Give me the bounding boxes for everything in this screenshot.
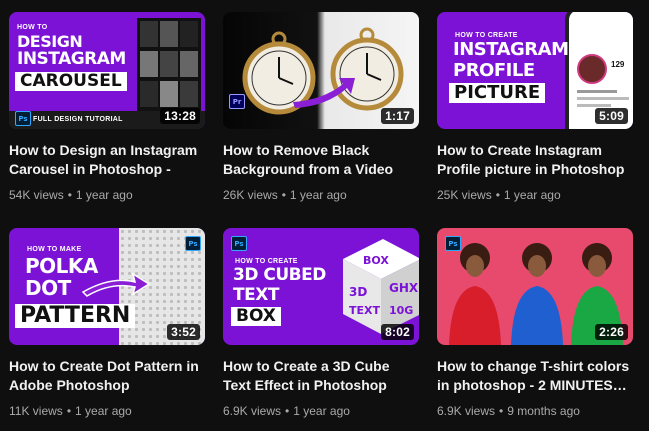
thumb-footer-text: FULL DESIGN TUTORIAL [33,116,123,123]
video-meta: 6.9K views • 9 months ago [437,403,633,419]
video-thumbnail[interactable]: Ps BOX 3D TEXT GHX 10G HOW TO CREATE 3D … [223,228,419,345]
view-count: 26K views [223,188,278,202]
video-card[interactable]: 129 HOW TO CREATE INSTAGRAM PROFILE PICT… [437,12,633,203]
thumb-headline-box: PATTERN [15,304,136,328]
profile-avatar [577,54,607,84]
thumb-headline: INSTAGRAM [453,39,569,60]
upload-age: 9 months ago [507,404,580,418]
separator: • [281,188,286,202]
video-card[interactable]: Ps 2:26 How to change T-shirt colors in … [437,228,633,419]
premiere-icon: Pr [229,94,245,109]
view-count: 6.9K views [437,404,496,418]
thumb-headline: TEXT [233,285,279,305]
video-thumbnail[interactable]: Ps 2:26 [437,228,633,345]
profile-stat: 129 [611,60,625,69]
photoshop-icon: Ps [445,236,461,251]
video-thumbnail[interactable]: HOW TO DESIGN INSTAGRAM CAROUSEL Ps FULL… [9,12,205,129]
video-title[interactable]: How to Design an Instagram Carousel in P… [9,141,205,179]
thumb-headline: DESIGN [17,32,83,51]
video-meta: 6.9K views • 1 year ago [223,403,419,419]
video-title[interactable]: How to Remove Black Background from a Vi… [223,141,419,179]
separator: • [66,404,72,418]
thumb-headline: PROFILE [453,60,535,81]
svg-text:TEXT: TEXT [349,304,380,317]
duration-badge: 8:02 [381,324,414,340]
arrow-icon [81,272,151,297]
upload-age: 1 year ago [75,188,133,202]
duration-badge: 2:26 [595,324,628,340]
video-thumbnail[interactable]: Pr 1:17 [223,12,419,129]
duration-badge: 1:17 [381,108,414,124]
thumb-headline: 3D CUBED [233,265,326,285]
video-card[interactable]: Ps HOW TO MAKE POLKA DOT PATTERN 3:52 Ho… [9,228,205,419]
separator: • [67,188,72,202]
thumb-kicker: HOW TO MAKE [27,246,82,253]
svg-text:GHX: GHX [389,281,419,295]
thumb-headline: INSTAGRAM [17,49,126,69]
duration-badge: 13:28 [160,108,200,124]
thumb-headline: DOT [25,276,71,300]
video-title[interactable]: How to Create Instagram Profile picture … [437,141,633,179]
svg-text:3D: 3D [349,285,367,299]
video-title[interactable]: How to Create a 3D Cube Text Effect in P… [223,357,419,395]
upload-age: 1 year ago [503,188,561,202]
video-card[interactable]: Ps BOX 3D TEXT GHX 10G HOW TO CREATE 3D … [223,228,419,419]
thumb-headline-box: BOX [231,307,281,326]
video-meta: 11K views • 1 year ago [9,403,205,419]
upload-age: 1 year ago [293,404,350,418]
thumb-headline-box: PICTURE [449,83,546,103]
separator: • [285,404,290,418]
photoshop-icon: Ps [231,236,247,251]
carousel-preview-grid [137,18,201,114]
video-meta: 54K views • 1 year ago [9,187,205,203]
view-count: 6.9K views [223,404,282,418]
video-title[interactable]: How to Create Dot Pattern in Adobe Photo… [9,357,205,395]
separator: • [499,404,504,418]
video-thumbnail[interactable]: Ps HOW TO MAKE POLKA DOT PATTERN 3:52 [9,228,205,345]
view-count: 54K views [9,188,64,202]
svg-text:BOX: BOX [363,254,389,267]
video-title[interactable]: How to change T-shirt colors in photosho… [437,357,633,395]
thumb-headline-box: CAROUSEL [15,72,127,91]
video-card[interactable]: HOW TO DESIGN INSTAGRAM CAROUSEL Ps FULL… [9,12,205,203]
photoshop-icon: Ps [15,111,31,126]
duration-badge: 3:52 [167,324,200,340]
thumb-kicker: HOW TO CREATE [455,32,518,39]
video-thumbnail[interactable]: 129 HOW TO CREATE INSTAGRAM PROFILE PICT… [437,12,633,129]
video-card[interactable]: Pr 1:17 How to Remove Black Background f… [223,12,419,203]
separator: • [495,188,500,202]
thumb-kicker: HOW TO CREATE [235,258,298,265]
view-count: 25K views [437,188,492,202]
thumb-kicker: HOW TO [17,24,48,31]
svg-text:10G: 10G [389,304,413,317]
photoshop-icon: Ps [185,236,201,251]
video-meta: 26K views • 1 year ago [223,187,419,203]
video-meta: 25K views • 1 year ago [437,187,633,203]
upload-age: 1 year ago [75,404,132,418]
upload-age: 1 year ago [289,188,347,202]
view-count: 11K views [9,404,63,418]
duration-badge: 5:09 [595,108,628,124]
